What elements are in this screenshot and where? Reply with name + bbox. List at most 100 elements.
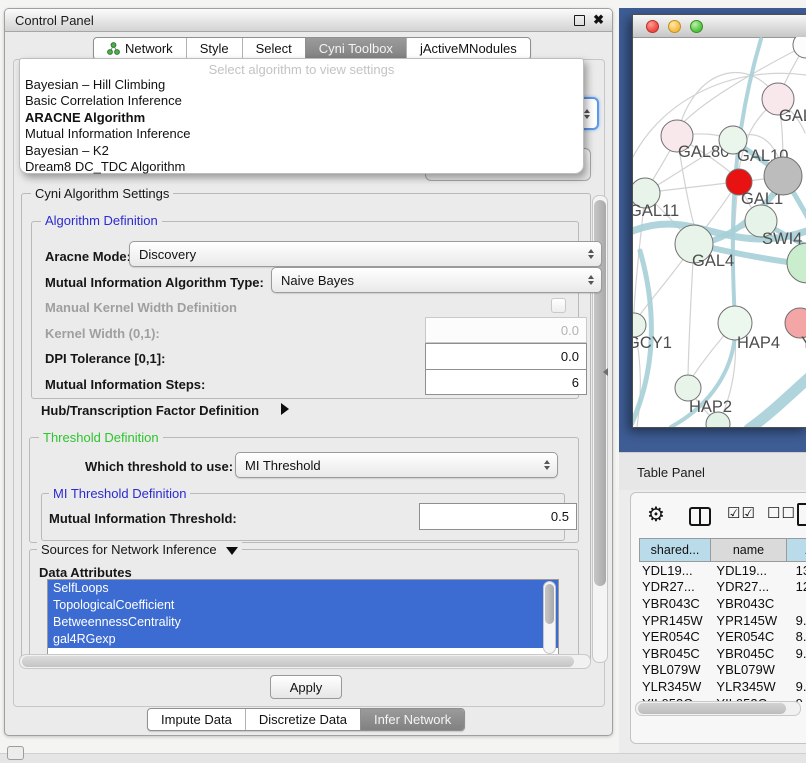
control-panel-title: Control Panel — [15, 13, 94, 28]
kernel-width-field[interactable]: 0.0 — [425, 317, 587, 343]
apply-button[interactable]: Apply — [270, 675, 342, 699]
table-row[interactable]: YLR345WYLR345W9. — [639, 678, 806, 695]
node-label-gal: GAL — [779, 107, 806, 125]
unchecked-boxes-icon[interactable]: ☐☐ — [767, 504, 796, 522]
tab-infer-network[interactable]: Infer Network — [360, 709, 464, 730]
which-threshold-combobox[interactable]: MI Threshold — [235, 452, 558, 478]
tab-label: jActiveMNodules — [420, 41, 517, 56]
table-cell: YDL19... — [639, 563, 709, 578]
algorithm-option-bayesian-hill-climbing[interactable]: Bayesian – Hill Climbing — [20, 77, 583, 93]
column-header-a[interactable]: A — [787, 538, 806, 562]
tab-cyni-toolbox[interactable]: Cyni Toolbox — [305, 38, 406, 59]
attribute-item-betweennesscentrality[interactable]: BetweennessCentrality — [48, 614, 558, 631]
expand-right-icon[interactable] — [281, 403, 289, 415]
aracne-mode-label: Aracne Mode: — [45, 249, 131, 264]
sources-group-title: Sources for Network Inference — [37, 542, 242, 557]
scrollbar-thumb[interactable] — [638, 703, 786, 714]
aracne-mode-combobox[interactable]: Discovery — [129, 241, 602, 267]
stepper-arrows-icon — [584, 109, 590, 119]
table-cell: 12 — [789, 579, 806, 594]
table-cell: YPR145W — [639, 613, 709, 628]
gear-icon[interactable]: ⚙ — [647, 502, 665, 527]
mi-threshold-field[interactable]: 0.5 — [419, 503, 577, 530]
tab-label: Network — [125, 41, 173, 56]
scrollbar-thumb[interactable] — [22, 656, 574, 667]
mi-steps-field[interactable]: 6 — [425, 369, 587, 395]
stepper-arrows-icon — [588, 249, 594, 259]
mi-type-label: Mutual Information Algorithm Type: — [45, 275, 264, 290]
tab-select[interactable]: Select — [242, 38, 305, 59]
tab-label: Cyni Toolbox — [319, 41, 393, 56]
tab-jactivemnodules[interactable]: jActiveMNodules — [406, 38, 530, 59]
mi-type-value: Naive Bayes — [281, 273, 354, 288]
table-panel-title: Table Panel — [637, 465, 705, 480]
control-panel-tabs: Network Style Select Cyni Toolbox jActiveMNo… — [93, 37, 531, 60]
attribute-item-selfloops[interactable]: SelfLoops — [48, 580, 558, 597]
checked-boxes-icon[interactable]: ☑☑ — [727, 504, 756, 522]
minimize-traffic-light-icon[interactable] — [668, 20, 681, 33]
mi-threshold-definition-title: MI Threshold Definition — [49, 486, 190, 501]
split-columns-icon[interactable] — [689, 507, 711, 526]
mi-threshold-value: 0.5 — [551, 509, 569, 524]
mi-threshold-label: Mutual Information Threshold: — [49, 511, 237, 526]
table-row[interactable]: YDR27...YDR27...12 — [639, 579, 806, 596]
attribute-item-gal4rgexp[interactable]: gal4RGexp — [48, 631, 558, 648]
network-node[interactable] — [793, 37, 806, 58]
table-row[interactable]: YBR043CYBR043C — [639, 595, 806, 612]
table-cell: YBL079W — [639, 662, 709, 677]
table-rows: YDL19...YDL19...13YDR27...YDR27...12YBR0… — [639, 562, 806, 702]
algorithm-option-mutual-information-inference[interactable]: Mutual Information Inference — [20, 126, 583, 142]
table-row[interactable]: YDL19...YDL19...13 — [639, 562, 806, 579]
column-header-shared-[interactable]: shared... — [639, 538, 711, 562]
table-panel-titlebar: Table Panel — [619, 452, 806, 492]
close-icon[interactable]: ✖ — [593, 12, 604, 28]
manual-kernel-checkbox[interactable] — [551, 298, 566, 313]
scrollbar-thumb[interactable] — [545, 584, 554, 624]
kernel-width-label: Kernel Width (0,1): — [45, 326, 160, 341]
table-row[interactable]: YER054CYER054C8. — [639, 628, 806, 645]
attribute-item-topologicalcoefficient[interactable]: TopologicalCoefficient — [48, 597, 558, 614]
table-row[interactable]: YPR145WYPR145W9. — [639, 612, 806, 629]
kernel-width-value: 0.0 — [561, 323, 579, 338]
node-label-gcy1: GCY1 — [633, 334, 672, 352]
algorithm-dropdown-list: Select algorithm to view settings Bayesi… — [19, 58, 584, 174]
cyni-mode-tabs: Impute DataDiscretize DataInfer Network — [147, 708, 465, 731]
dpi-tolerance-label: DPI Tolerance [0,1]: — [45, 351, 165, 366]
zoom-traffic-light-icon[interactable] — [690, 20, 703, 33]
tab-network[interactable]: Network — [94, 38, 186, 59]
mi-type-combobox[interactable]: Naive Bayes — [271, 267, 602, 293]
attributes-vertical-scrollbar[interactable] — [543, 581, 556, 654]
dpi-tolerance-field[interactable]: 0.0 — [425, 343, 587, 370]
column-header-name[interactable]: name — [711, 538, 787, 562]
close-traffic-light-icon[interactable] — [646, 20, 659, 33]
minimized-panel-icon[interactable] — [7, 746, 24, 760]
tab-impute-data[interactable]: Impute Data — [148, 709, 245, 730]
tab-discretize-data[interactable]: Discretize Data — [245, 709, 360, 730]
table-cell: YBR045C — [639, 646, 709, 661]
network-canvas[interactable]: GALGAL80GAL10GAL1GAL11SWI4GAL4GCY1HAP4YH… — [633, 37, 806, 427]
algorithm-option-dream8-dc-tdc-algorithm[interactable]: Dream8 DC_TDC Algorithm — [20, 159, 583, 175]
table-panel-body: ⚙ ☑☑ ☐☐ shared...nameA YDL19...YDL19...1… — [630, 492, 806, 744]
network-node[interactable] — [787, 243, 806, 283]
tab-style[interactable]: Style — [186, 38, 242, 59]
settings-horizontal-scrollbar[interactable] — [19, 654, 591, 669]
table-cell: YBR043C — [709, 596, 788, 611]
float-window-icon[interactable] — [574, 15, 585, 26]
network-edge[interactable] — [749, 375, 806, 427]
node-label-gal4: GAL4 — [692, 252, 734, 270]
network-node[interactable] — [764, 157, 802, 195]
manual-kernel-label: Manual Kernel Width Definition — [45, 300, 237, 315]
algorithm-option-aracne-algorithm[interactable]: ARACNE Algorithm — [20, 110, 583, 126]
hub-definition-label: Hub/Transcription Factor Definition — [41, 403, 259, 418]
table-row[interactable]: YBR045CYBR045C9. — [639, 645, 806, 662]
table-row[interactable]: YBL079WYBL079W — [639, 662, 806, 679]
collapse-down-icon[interactable] — [226, 547, 238, 555]
stepper-arrows-icon — [544, 460, 550, 470]
splitter-collapse-icon[interactable] — [603, 368, 608, 376]
table-cell: YLR345W — [639, 679, 709, 694]
file-icon[interactable] — [797, 503, 806, 526]
tab-label: Select — [256, 41, 292, 56]
table-horizontal-scrollbar[interactable] — [635, 701, 801, 716]
algorithm-option-bayesian-k2[interactable]: Bayesian – K2 — [20, 143, 583, 159]
algorithm-option-basic-correlation-inference[interactable]: Basic Correlation Inference — [20, 93, 583, 109]
